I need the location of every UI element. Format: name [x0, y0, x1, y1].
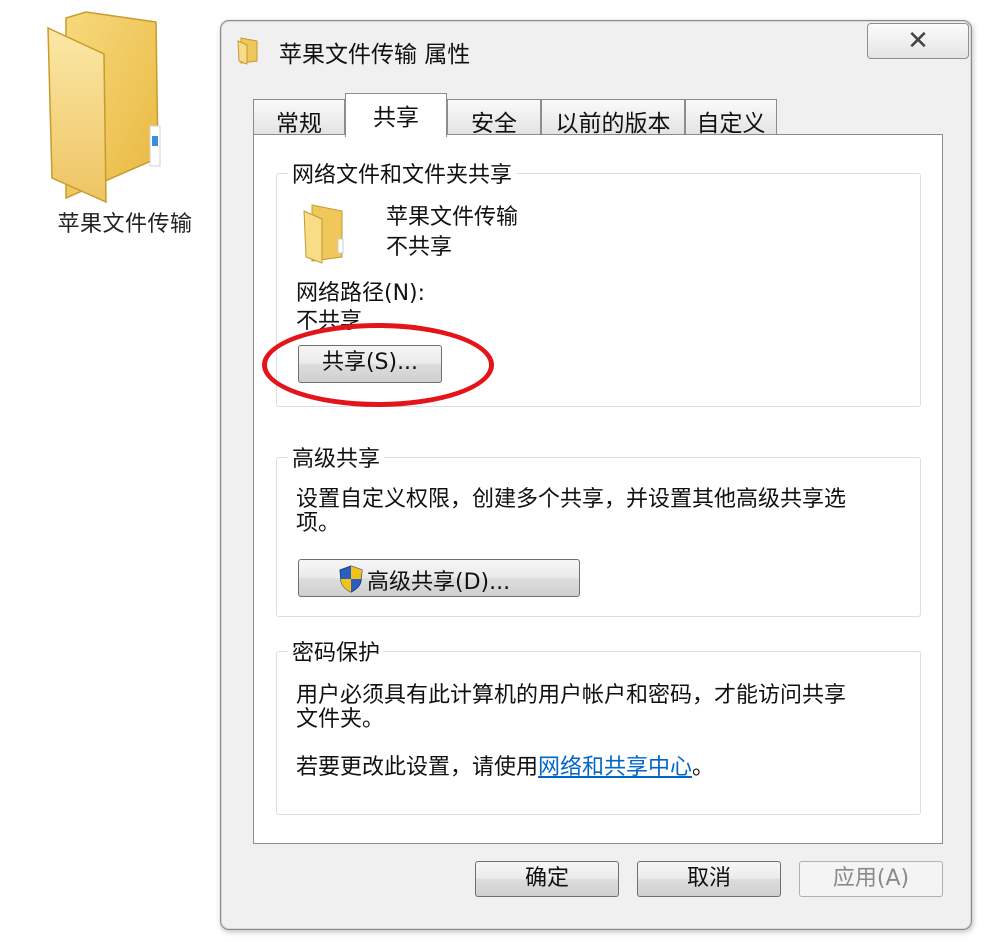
- tab-security[interactable]: 安全: [447, 99, 541, 137]
- sharing-status: 不共享: [386, 235, 453, 260]
- tab-strip: 常规 共享 安全 以前的版本 自定义: [253, 93, 953, 137]
- desktop-folder-label: 苹果文件传输: [57, 212, 193, 237]
- tab-sharing[interactable]: 共享: [345, 93, 447, 137]
- folder-icon: [47, 11, 161, 204]
- dialog-title: 苹果文件传输 属性: [279, 42, 471, 68]
- sharing-tab-page: 网络文件和文件夹共享 苹果文件传输 不共享 网络路径(N): 不共享 共享(S)…: [253, 134, 943, 844]
- network-sharing-title: 网络文件和文件夹共享: [288, 157, 517, 189]
- advanced-sharing-button[interactable]: 高级共享(D)...: [298, 559, 580, 597]
- tab-general[interactable]: 常规: [253, 99, 345, 137]
- ok-button[interactable]: 确定: [475, 861, 619, 897]
- password-protection-description-cont: 文件夹。: [296, 707, 385, 732]
- password-settings-hint: 若要更改此设置，请使用网络和共享中心。: [296, 749, 714, 781]
- share-button[interactable]: 共享(S)...: [298, 345, 442, 383]
- cancel-button[interactable]: 取消: [637, 861, 781, 897]
- properties-dialog: 苹果文件传输 属性 ✕ 常规 共享 安全 以前的版本 自定义 网络文件和文件夹共…: [220, 20, 972, 930]
- password-protection-group: [276, 651, 921, 815]
- apply-button[interactable]: 应用(A): [799, 861, 943, 897]
- tab-previous-versions[interactable]: 以前的版本: [541, 99, 685, 137]
- close-icon: ✕: [907, 26, 929, 56]
- shared-folder-name: 苹果文件传输: [386, 205, 519, 230]
- network-sharing-center-link[interactable]: 网络和共享中心: [538, 755, 692, 780]
- password-settings-prefix: 若要更改此设置，请使用: [296, 755, 539, 780]
- uac-shield-icon: [339, 565, 363, 593]
- password-settings-suffix: 。: [692, 755, 715, 780]
- advanced-sharing-button-label: 高级共享(D)...: [367, 570, 511, 595]
- advanced-sharing-description: 设置自定义权限，创建多个共享，并设置其他高级共享选: [296, 487, 847, 512]
- network-path-value: 不共享: [296, 309, 363, 334]
- close-button[interactable]: ✕: [867, 23, 969, 59]
- advanced-sharing-title: 高级共享: [288, 441, 385, 473]
- password-protection-title: 密码保护: [288, 635, 385, 667]
- folder-icon: [237, 37, 258, 65]
- advanced-sharing-description-cont: 项。: [296, 511, 341, 536]
- tab-customize[interactable]: 自定义: [685, 99, 777, 137]
- desktop-folder[interactable]: 苹果文件传输: [40, 8, 210, 238]
- folder-icon: [298, 201, 362, 265]
